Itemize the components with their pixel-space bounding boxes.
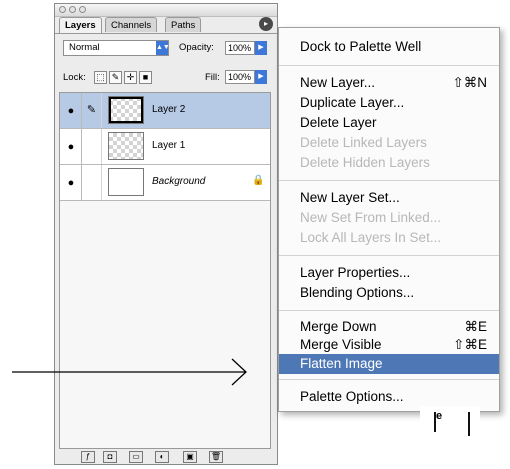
menu-separator: [279, 255, 499, 256]
layer-thumbnail: [108, 132, 144, 160]
layer-thumbnail: [108, 168, 144, 196]
eye-icon: ●: [67, 177, 75, 189]
trash-icon[interactable]: 🗑: [209, 451, 223, 463]
document-fragment-text: e: [436, 410, 443, 422]
fill-slider-button[interactable]: ▶: [255, 70, 267, 84]
lock-brush-icon[interactable]: ✎: [109, 71, 122, 84]
brush-icon[interactable]: ✎: [82, 93, 102, 128]
menu-item-flatten-image[interactable]: Flatten Image: [279, 354, 499, 374]
tab-divider: [55, 33, 277, 34]
link-slot[interactable]: [82, 129, 102, 164]
adjustment-layer-icon[interactable]: ◐: [155, 451, 169, 463]
lock-label: Lock:: [63, 72, 86, 83]
shortcut: ⇧⌘N: [452, 75, 487, 90]
fill-field[interactable]: 100%: [225, 70, 255, 84]
lock-icon: 🔒: [252, 175, 265, 186]
menu-item-duplicate-layer[interactable]: Duplicate Layer...: [279, 93, 499, 113]
tab-paths[interactable]: Paths: [165, 17, 202, 32]
fill-label: Fill:: [205, 72, 220, 83]
opacity-label: Opacity:: [179, 42, 214, 53]
palette-tabs: Layers Channels Paths: [59, 17, 277, 33]
tab-channels[interactable]: Channels: [105, 17, 158, 32]
layer-name: Layer 1: [152, 140, 186, 151]
menu-item-delete-layer[interactable]: Delete Layer: [279, 113, 499, 133]
document-window-fragment: e: [420, 406, 480, 469]
menu-item-dock-to-palette-well[interactable]: Dock to Palette Well: [279, 37, 499, 57]
lock-move-icon[interactable]: ✛: [124, 71, 137, 84]
lock-all-icon[interactable]: ■: [139, 71, 152, 84]
visibility-toggle[interactable]: ●: [60, 93, 82, 128]
menu-item-merge-visible[interactable]: Merge Visible ⇧⌘E: [279, 335, 499, 355]
layers-palette: Layers Channels Paths ▸ Normal ▲▼ Opacit…: [54, 3, 278, 465]
blend-mode-value: Normal: [69, 42, 100, 53]
palette-bottom-bar: ƒ ◘ ▭ ◐ ▣ 🗑: [59, 451, 271, 463]
palette-menu-button[interactable]: ▸: [259, 17, 273, 31]
link-slot[interactable]: [82, 165, 102, 200]
new-layer-icon[interactable]: ▣: [183, 451, 197, 463]
new-set-icon[interactable]: ▭: [129, 451, 143, 463]
close-button[interactable]: [59, 6, 66, 13]
layer-row[interactable]: ● Background 🔒: [60, 165, 270, 201]
layer-name: Background: [152, 176, 206, 187]
eye-icon: ●: [67, 141, 75, 153]
menu-item-delete-linked-layers: Delete Linked Layers: [300, 135, 427, 150]
visibility-toggle[interactable]: ●: [60, 165, 82, 200]
zoom-button[interactable]: [79, 6, 86, 13]
menu-separator: [279, 180, 499, 181]
shortcut: ⇧⌘E: [453, 337, 487, 352]
layer-row[interactable]: ● ✎ Layer 2: [60, 93, 270, 129]
chevron-updown-icon: ▲▼: [156, 41, 170, 55]
layer-thumbnail: [108, 96, 144, 124]
shortcut: ⌘E: [464, 319, 487, 334]
menu-separator: [279, 310, 499, 311]
palette-title-bar[interactable]: [55, 4, 277, 17]
menu-item-blending-options[interactable]: Blending Options...: [279, 283, 499, 303]
tab-layers[interactable]: Layers: [59, 17, 102, 33]
menu-separator: [279, 379, 499, 380]
layer-style-icon[interactable]: ƒ: [81, 451, 95, 463]
menu-item-new-layer-set[interactable]: New Layer Set...: [279, 188, 499, 208]
menu-item-lock-all-layers-in-set: Lock All Layers In Set...: [300, 230, 442, 245]
menu-item-delete-hidden-layers: Delete Hidden Layers: [300, 155, 430, 170]
opacity-field[interactable]: 100%: [225, 41, 255, 55]
eye-icon: ●: [67, 105, 75, 117]
menu-item-new-layer[interactable]: New Layer... ⇧⌘N: [279, 73, 499, 93]
blend-mode-select[interactable]: Normal ▲▼: [63, 40, 170, 56]
menu-item-palette-options[interactable]: Palette Options...: [279, 387, 499, 407]
layer-row[interactable]: ● Layer 1: [60, 129, 270, 165]
menu-separator: [279, 65, 499, 66]
palette-popup-menu: Dock to Palette Well New Layer... ⇧⌘N Dup…: [278, 27, 500, 412]
layer-name: Layer 2: [152, 104, 186, 115]
lock-transparency-icon[interactable]: ⬚: [94, 71, 107, 84]
visibility-toggle[interactable]: ●: [60, 129, 82, 164]
opacity-slider-button[interactable]: ▶: [255, 41, 267, 55]
layers-list: ● ✎ Layer 2 ● Layer 1 ● Background 🔒: [59, 92, 271, 449]
layer-mask-icon[interactable]: ◘: [103, 451, 117, 463]
menu-item-layer-properties[interactable]: Layer Properties...: [279, 263, 499, 283]
menu-item-new-set-from-linked: New Set From Linked...: [300, 210, 442, 225]
minimize-button[interactable]: [69, 6, 76, 13]
menu-item-merge-down[interactable]: Merge Down ⌘E: [279, 317, 499, 337]
pointer-arrow-icon: [12, 358, 247, 386]
